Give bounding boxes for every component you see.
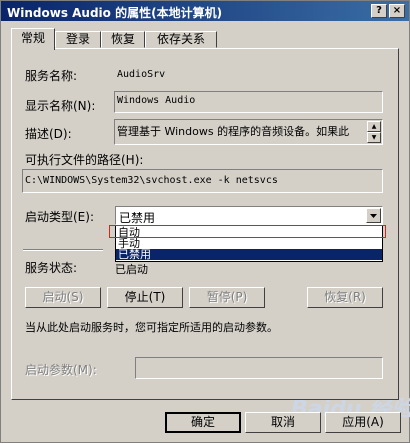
dropdown-arrow-icon[interactable] bbox=[366, 208, 381, 223]
hint-text: 当从此处启动服务时，您可指定所适用的启动参数。 bbox=[25, 321, 278, 334]
cancel-button[interactable]: 取消 bbox=[245, 412, 321, 433]
start-params-field[interactable] bbox=[135, 357, 383, 379]
service-status-label: 服务状态: bbox=[25, 261, 78, 275]
properties-dialog: Windows Audio 的属性(本地计算机) ? × 常规 登录 恢复 依存… bbox=[0, 0, 410, 443]
start-button[interactable]: 启动(S) bbox=[25, 287, 101, 308]
start-params-label: 启动参数(M): bbox=[25, 363, 97, 377]
startup-type-select[interactable]: 已禁用 bbox=[115, 206, 383, 225]
stop-button[interactable]: 停止(T) bbox=[107, 287, 183, 308]
pause-button[interactable]: 暂停(P) bbox=[189, 287, 265, 308]
service-status-value: 已启动 bbox=[115, 263, 148, 276]
apply-button[interactable]: 应用(A) bbox=[325, 412, 401, 433]
resume-button[interactable]: 恢复(R) bbox=[307, 287, 383, 308]
startup-type-value: 已禁用 bbox=[119, 211, 156, 225]
divider bbox=[23, 249, 103, 251]
option-manual[interactable]: 手动 bbox=[116, 238, 382, 249]
ok-button[interactable]: 确定 bbox=[165, 412, 241, 433]
highlight-box bbox=[109, 225, 386, 238]
option-disabled[interactable]: 已禁用 bbox=[116, 249, 382, 260]
